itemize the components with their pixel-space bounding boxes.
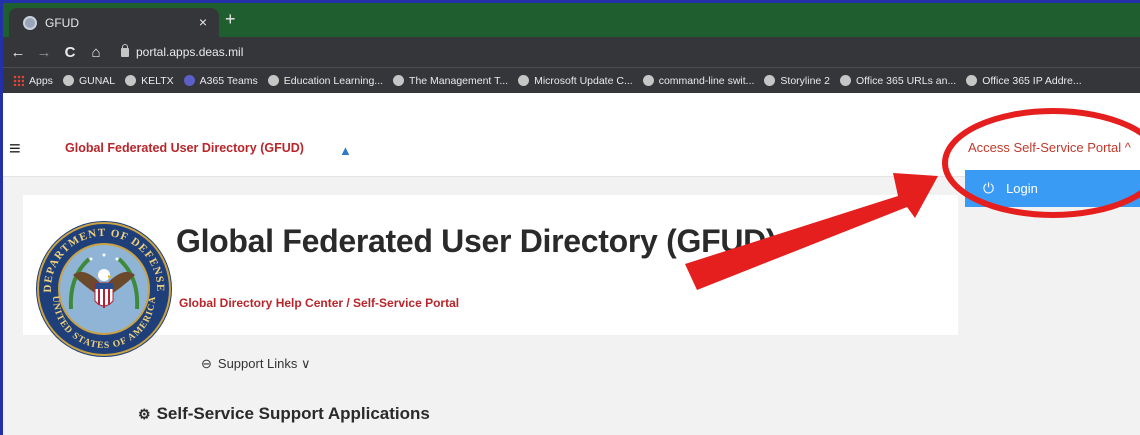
home-icon[interactable]: ▲ <box>339 143 352 158</box>
bookmark-label: A365 Teams <box>199 74 258 87</box>
bookmark-item[interactable]: Education Learning... <box>267 74 384 87</box>
globe-icon <box>966 75 978 86</box>
tab-favicon-icon <box>23 15 37 30</box>
browser-tab-strip: GFUD × + <box>3 3 1140 37</box>
bookmark-item[interactable]: A365 Teams <box>183 74 258 87</box>
support-links-menu[interactable]: ⊖ Support Links ∨ <box>201 356 311 372</box>
bookmark-label: Education Learning... <box>283 74 384 87</box>
browser-nav-bar: ← → C ⌂ portal.apps.deas.mil <box>3 37 1140 67</box>
teams-icon <box>183 75 195 86</box>
new-tab-icon[interactable]: + <box>225 9 236 30</box>
support-links-label: Support Links ∨ <box>217 356 311 371</box>
bookmark-item[interactable]: Storyline 2 <box>764 75 830 87</box>
bookmark-item[interactable]: Office 365 URLs an... <box>840 75 956 87</box>
bookmark-label: GUNAL <box>78 74 116 87</box>
section-heading: ⚙ Self-Service Support Applications <box>138 404 430 424</box>
gears-icon: ⚙ <box>138 406 151 422</box>
bookmark-label: Office 365 IP Addre... <box>982 74 1082 87</box>
globe-icon <box>764 75 776 86</box>
browser-tab[interactable]: GFUD × <box>9 8 219 37</box>
bookmark-item[interactable]: KELTX <box>125 74 174 87</box>
url-text: portal.apps.deas.mil <box>136 45 244 59</box>
bookmark-item[interactable]: Office 365 IP Addre... <box>966 74 1082 87</box>
access-portal-menu[interactable]: Access Self-Service Portal ^ <box>968 140 1131 155</box>
apps-grid-icon <box>13 75 24 86</box>
bookmark-label: command-line swit... <box>658 74 755 87</box>
section-heading-text: Self-Service Support Applications <box>156 404 430 423</box>
page-title: Global Federated User Directory (GFUD) <box>176 223 777 259</box>
bookmark-label: KELTX <box>141 74 174 87</box>
bookmark-item[interactable]: Microsoft Update C... <box>518 75 633 87</box>
globe-icon <box>642 75 654 86</box>
dod-seal-logo: DEPARTMENT OF DEFENSE UNITED STATES OF A… <box>36 221 172 357</box>
hamburger-menu-icon[interactable]: ≡ <box>9 138 21 161</box>
lock-icon <box>121 43 129 57</box>
back-arrow-icon[interactable]: ← <box>7 44 29 61</box>
bookmark-item[interactable]: The Management T... <box>393 75 508 87</box>
power-icon: ⏻ <box>983 180 995 196</box>
globe-icon <box>393 75 405 86</box>
bookmark-favicon-icon <box>62 75 74 86</box>
globe-icon <box>840 75 852 86</box>
bookmark-item[interactable]: GUNAL <box>62 74 116 87</box>
site-title-link[interactable]: Global Federated User Directory (GFUD) <box>65 141 304 155</box>
link-icon: ⊖ <box>201 356 212 371</box>
bookmark-label: Office 365 URLs an... <box>856 74 957 87</box>
bookmark-apps[interactable]: Apps <box>29 75 53 87</box>
login-menu-item[interactable]: ⏻ Login <box>965 170 1140 207</box>
page-subtitle: Global Directory Help Center / Self-Serv… <box>179 296 460 310</box>
home-button-icon[interactable]: ⌂ <box>85 44 107 61</box>
login-label: Login <box>1006 181 1038 196</box>
bookmarks-bar: Apps GUNAL KELTX A365 Teams Education Le… <box>3 67 1140 93</box>
tab-title: GFUD <box>45 15 79 30</box>
bookmark-favicon-icon <box>125 75 137 86</box>
globe-icon <box>267 75 279 86</box>
address-bar[interactable]: portal.apps.deas.mil <box>121 43 244 59</box>
bookmark-item[interactable]: command-line swit... <box>642 74 755 87</box>
bookmark-label: Storyline 2 <box>780 74 831 87</box>
globe-icon <box>518 75 530 86</box>
screenshot-frame: GFUD × + ← → C ⌂ portal.apps.deas.mil Ap… <box>0 0 1140 435</box>
bookmark-label: The Management T... <box>409 74 509 87</box>
forward-arrow-icon[interactable]: → <box>33 44 55 61</box>
bookmark-label: Microsoft Update C... <box>534 74 633 87</box>
reload-icon[interactable]: C <box>59 44 81 61</box>
site-header: ≡ Global Federated User Directory (GFUD)… <box>3 123 1140 177</box>
tab-close-icon[interactable]: × <box>199 14 207 30</box>
